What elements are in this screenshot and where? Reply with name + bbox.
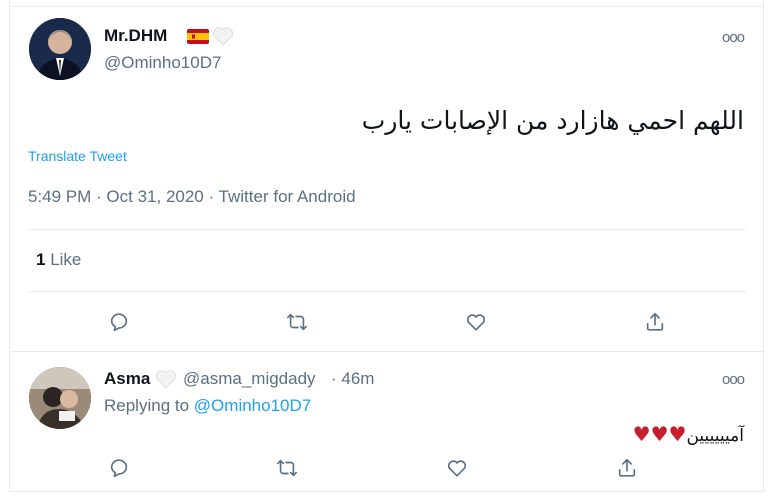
red-hearts: ♥♥♥ xyxy=(632,422,687,446)
avatar[interactable] xyxy=(29,18,91,80)
heart-icon[interactable] xyxy=(462,308,490,336)
retweet-icon[interactable] xyxy=(283,308,311,336)
replying-to: Replying to @Ominho10D7 xyxy=(104,396,311,416)
share-icon[interactable] xyxy=(641,308,669,336)
comment-icon[interactable] xyxy=(105,454,133,482)
white-heart-icon xyxy=(212,26,234,46)
author-handle[interactable]: @Ominho10D7 xyxy=(104,53,221,73)
more-options-icon[interactable]: ooo xyxy=(722,29,745,46)
like-count-row[interactable]: 1 Like xyxy=(36,250,81,270)
like-label: Like xyxy=(50,250,82,269)
replying-to-handle[interactable]: @Ominho10D7 xyxy=(194,396,311,415)
previous-tweet-edge xyxy=(9,0,764,7)
reply-time[interactable]: · 46m xyxy=(331,369,374,389)
tweet-text: اللهم احمي هازارد من الإصابات يارب xyxy=(361,106,744,135)
main-tweet: Mr.DHM @Ominho10D7 ooo اللهم احمي هازارد… xyxy=(9,7,764,352)
reply-author-handle[interactable]: @asma_migdady xyxy=(183,369,316,389)
reply-tweet[interactable]: Asma @asma_migdady · 46m ooo Replying to… xyxy=(9,352,764,492)
spain-flag-icon xyxy=(187,29,209,44)
replying-to-label: Replying to xyxy=(104,396,190,415)
author-name[interactable]: Mr.DHM xyxy=(104,26,167,46)
divider xyxy=(28,229,746,230)
retweet-icon[interactable] xyxy=(273,454,301,482)
heart-icon[interactable] xyxy=(443,454,471,482)
reply-text-body: آميييييين xyxy=(686,426,744,446)
reply-author-name[interactable]: Asma xyxy=(104,369,150,389)
reply-text: آميييييين♥♥♥ xyxy=(633,422,744,446)
translate-tweet-link[interactable]: Translate Tweet xyxy=(28,148,127,164)
like-count: 1 xyxy=(36,250,46,269)
more-options-icon[interactable]: ooo xyxy=(722,371,745,388)
tweet-timestamp[interactable]: 5:49 PM · Oct 31, 2020 · Twitter for And… xyxy=(28,187,356,207)
share-icon[interactable] xyxy=(613,454,641,482)
divider xyxy=(28,291,746,292)
white-heart-icon xyxy=(155,369,177,389)
comment-icon[interactable] xyxy=(105,308,133,336)
avatar[interactable] xyxy=(29,367,91,429)
